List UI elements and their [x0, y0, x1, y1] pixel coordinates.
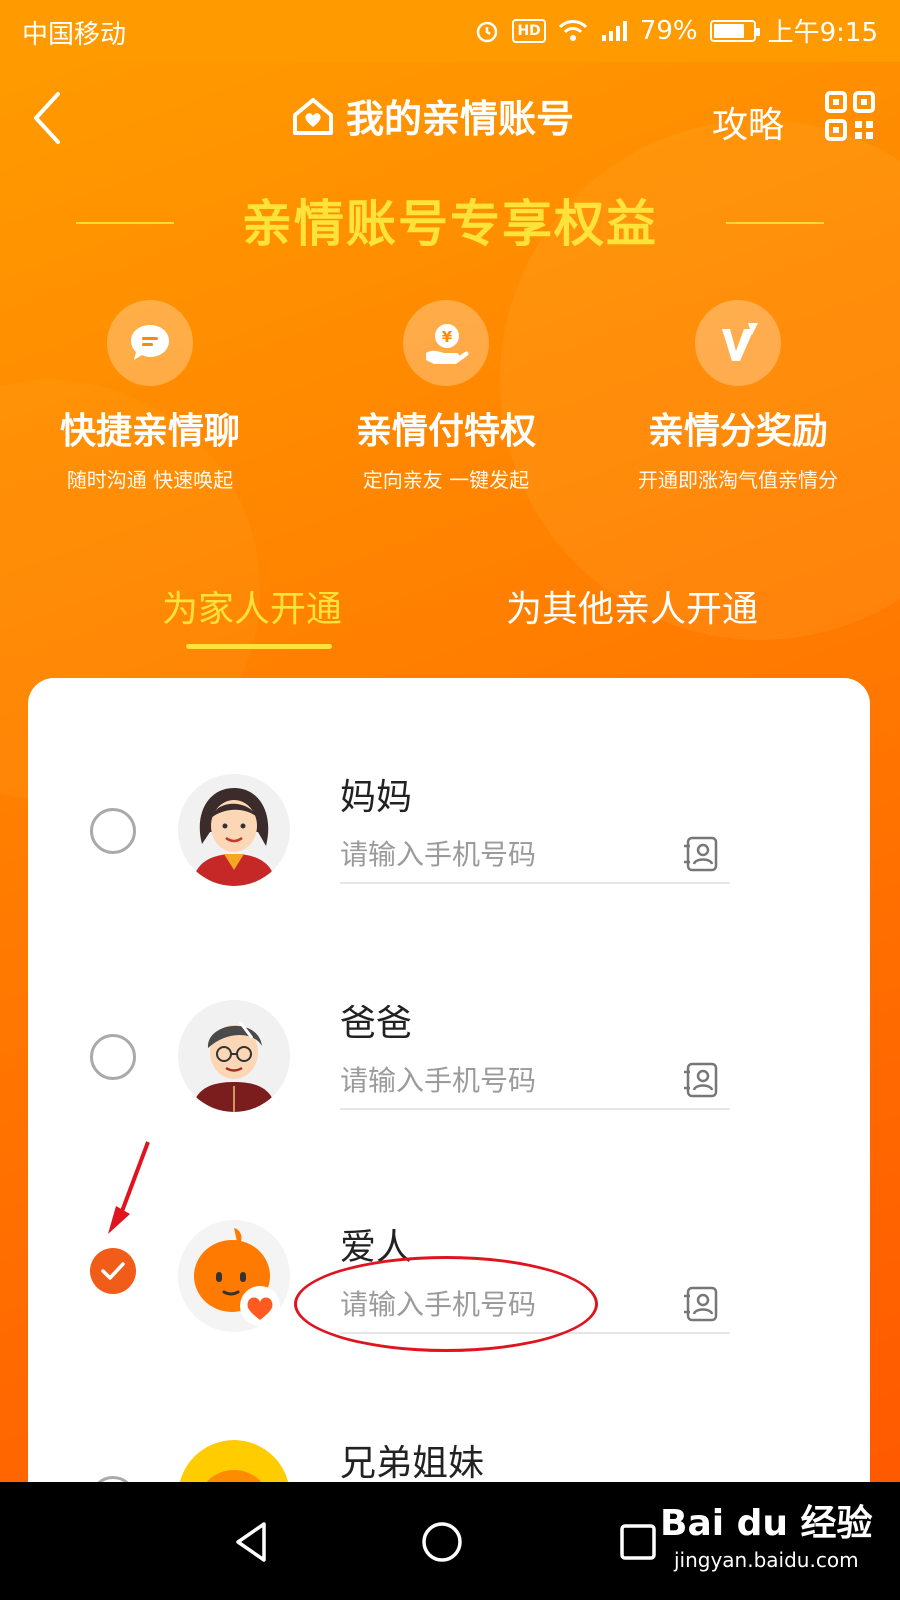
avatar-mom	[178, 774, 290, 886]
member-name: 兄弟姐妹	[340, 1443, 485, 1484]
avatar-dad	[178, 1000, 290, 1112]
checkmark-icon	[101, 1262, 125, 1280]
benefit-title: 亲情付特权	[355, 411, 536, 452]
benefits-heading: 亲情账号专享权益	[242, 195, 658, 253]
v-badge-icon	[722, 323, 758, 361]
nav-recent-icon[interactable]	[614, 1518, 662, 1566]
benefit-subtitle: 定向亲友 一键发起	[362, 468, 530, 492]
page-title: 我的亲情账号	[290, 88, 574, 143]
baidu-jingyan-watermark: Bai du 经验 jingyan.baidu.com	[660, 1494, 873, 1572]
annotation-arrow	[108, 1141, 150, 1234]
yen-hand-icon: ¥	[426, 324, 469, 364]
contacts-book-icon[interactable]	[682, 834, 722, 874]
benefit-title: 亲情分奖励	[647, 411, 828, 452]
phone-input-dad[interactable]	[340, 1058, 660, 1102]
chat-bubble-icon	[131, 325, 169, 360]
battery-icon	[709, 19, 760, 42]
member-name: 妈妈	[340, 777, 413, 818]
watermark-brand: Bai du 经验	[660, 1503, 873, 1544]
member-name: 爸爸	[340, 1003, 413, 1044]
select-radio-dad[interactable]	[90, 1034, 136, 1080]
status-bar: 中国移动 HD 79% 上午9:15	[0, 0, 900, 62]
tab-other-relatives[interactable]: 为其他亲人开通	[506, 580, 758, 632]
phone-input-wrapper	[340, 1058, 730, 1110]
watermark-url: jingyan.baidu.com	[673, 1548, 859, 1572]
benefit-icon-circle: ¥	[403, 300, 489, 386]
member-row-dad: 爸爸	[28, 1000, 870, 1200]
benefit-family-score[interactable]: 亲情分奖励 开通即涨淘气值亲情分	[588, 300, 888, 493]
hd-badge: HD	[512, 18, 546, 43]
strategy-link[interactable]: 攻略	[712, 96, 784, 148]
benefit-family-pay[interactable]: ¥ 亲情付特权 定向亲友 一键发起	[296, 300, 596, 493]
select-radio-spouse[interactable]	[90, 1248, 136, 1294]
house-heart-icon	[293, 97, 333, 135]
qr-code-icon[interactable]	[824, 90, 876, 142]
signal-icon	[601, 20, 627, 41]
heading-divider-right	[726, 222, 824, 224]
nav-back-icon[interactable]	[228, 1518, 276, 1566]
benefit-subtitle: 开通即涨淘气值亲情分	[638, 468, 838, 492]
nav-home-icon[interactable]	[418, 1518, 466, 1566]
tab-family[interactable]: 为家人开通	[162, 580, 342, 632]
member-card: 妈妈 请输入手机号码 爸爸 请输入手机号码 爱人 请输入手机号码 兄弟姐妹	[28, 678, 870, 1600]
benefit-quick-chat[interactable]: 快捷亲情聊 随时沟通 快速唤起	[0, 300, 300, 493]
tab-bar: 为家人开通 为其他亲人开通	[0, 580, 900, 650]
benefit-subtitle: 随时沟通 快速唤起	[66, 468, 234, 492]
carrier-label: 中国移动	[22, 20, 127, 50]
select-radio-mom[interactable]	[90, 808, 136, 854]
benefit-icon-circle	[695, 300, 781, 386]
member-row-mom: 妈妈	[28, 774, 870, 974]
avatar-spouse	[178, 1220, 290, 1332]
svg-text:¥: ¥	[442, 328, 453, 346]
contacts-book-icon[interactable]	[682, 1060, 722, 1100]
page-title-text: 我的亲情账号	[346, 97, 575, 141]
active-tab-indicator	[186, 644, 332, 649]
nav-bar: 我的亲情账号 攻略	[0, 62, 900, 172]
phone-input-wrapper	[340, 832, 730, 884]
benefit-icon-circle	[107, 300, 193, 386]
clock: 上午9:15	[767, 18, 878, 48]
battery-percent: 79%	[639, 15, 698, 46]
benefit-title: 快捷亲情聊	[59, 411, 240, 452]
alarm-icon	[477, 21, 498, 42]
back-arrow-icon[interactable]	[28, 90, 68, 146]
app-screen: 中国移动 HD 79% 上午9:15 我的亲情账号 攻略 亲情账号专享权益 快捷…	[0, 0, 900, 1600]
contacts-book-icon[interactable]	[682, 1284, 722, 1324]
status-icons: HD 79% 上午9:15	[474, 12, 878, 49]
annotation-circle	[294, 1256, 598, 1352]
phone-input-mom[interactable]	[340, 832, 660, 876]
wifi-icon	[558, 19, 587, 41]
